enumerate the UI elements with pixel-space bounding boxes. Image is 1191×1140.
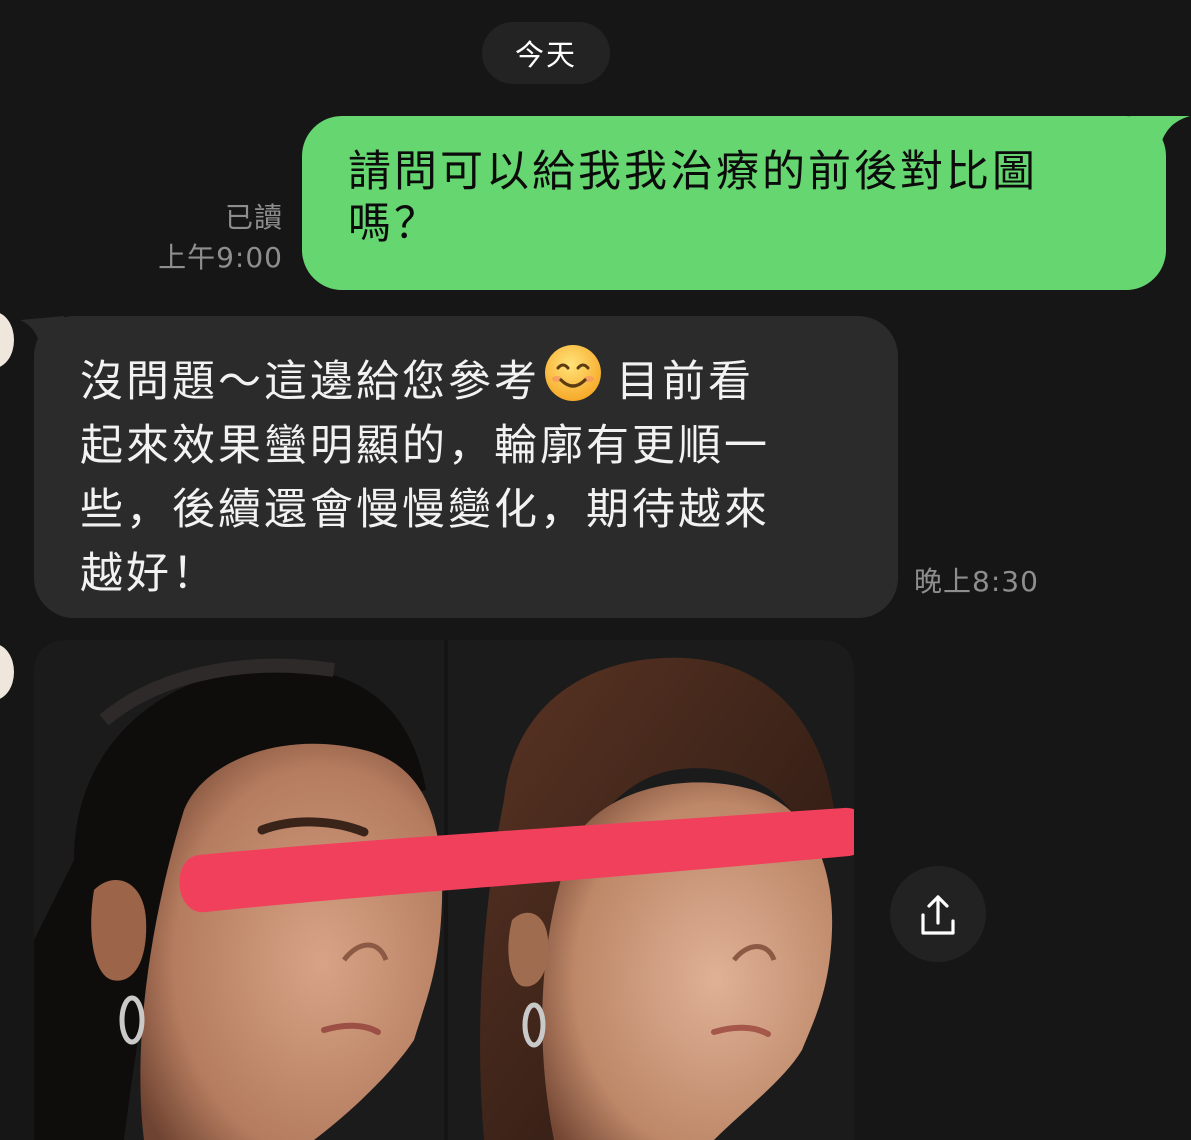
- incoming-message-time: 晚上8:30: [914, 565, 1039, 598]
- incoming-message-text: 沒問題～這邊給您參考: [80, 357, 540, 407]
- before-after-photo[interactable]: [34, 640, 854, 1140]
- sender-avatar[interactable]: [0, 312, 14, 368]
- date-separator: 今天: [482, 22, 610, 84]
- incoming-message-line: 越好！: [80, 549, 218, 599]
- bubble-tail: [20, 316, 64, 356]
- share-button[interactable]: [890, 866, 986, 962]
- before-after-face-photo-icon: [34, 640, 854, 1140]
- bubble-tail: [1130, 116, 1190, 166]
- outgoing-message-line: 嗎？: [348, 199, 440, 249]
- outgoing-message-time: 上午9:00: [158, 241, 283, 274]
- sender-avatar[interactable]: [0, 644, 14, 700]
- outgoing-message-line: 請問可以給我我治療的前後對比圖: [348, 147, 1038, 197]
- incoming-message-text: 目前看: [616, 357, 754, 407]
- incoming-message-line: 起來效果蠻明顯的，輪廓有更順一: [80, 421, 770, 471]
- outgoing-message-meta: 已讀 上午9:00: [158, 198, 283, 278]
- share-icon: [921, 895, 955, 935]
- outgoing-message-bubble[interactable]: 請問可以給我我治療的前後對比圖 嗎？: [302, 116, 1190, 290]
- smiling-face-icon: [545, 345, 601, 401]
- read-receipt: 已讀: [224, 201, 283, 234]
- incoming-message-bubble[interactable]: 沒問題～這邊給您參考 目前看 起來效果蠻明顯的，輪廓有更順一 些，後續還會慢慢變…: [20, 316, 898, 618]
- incoming-message-line: 沒問題～這邊給您參考 目前看: [80, 344, 858, 414]
- incoming-message-line: 些，後續還會慢慢變化，期待越來: [80, 485, 770, 535]
